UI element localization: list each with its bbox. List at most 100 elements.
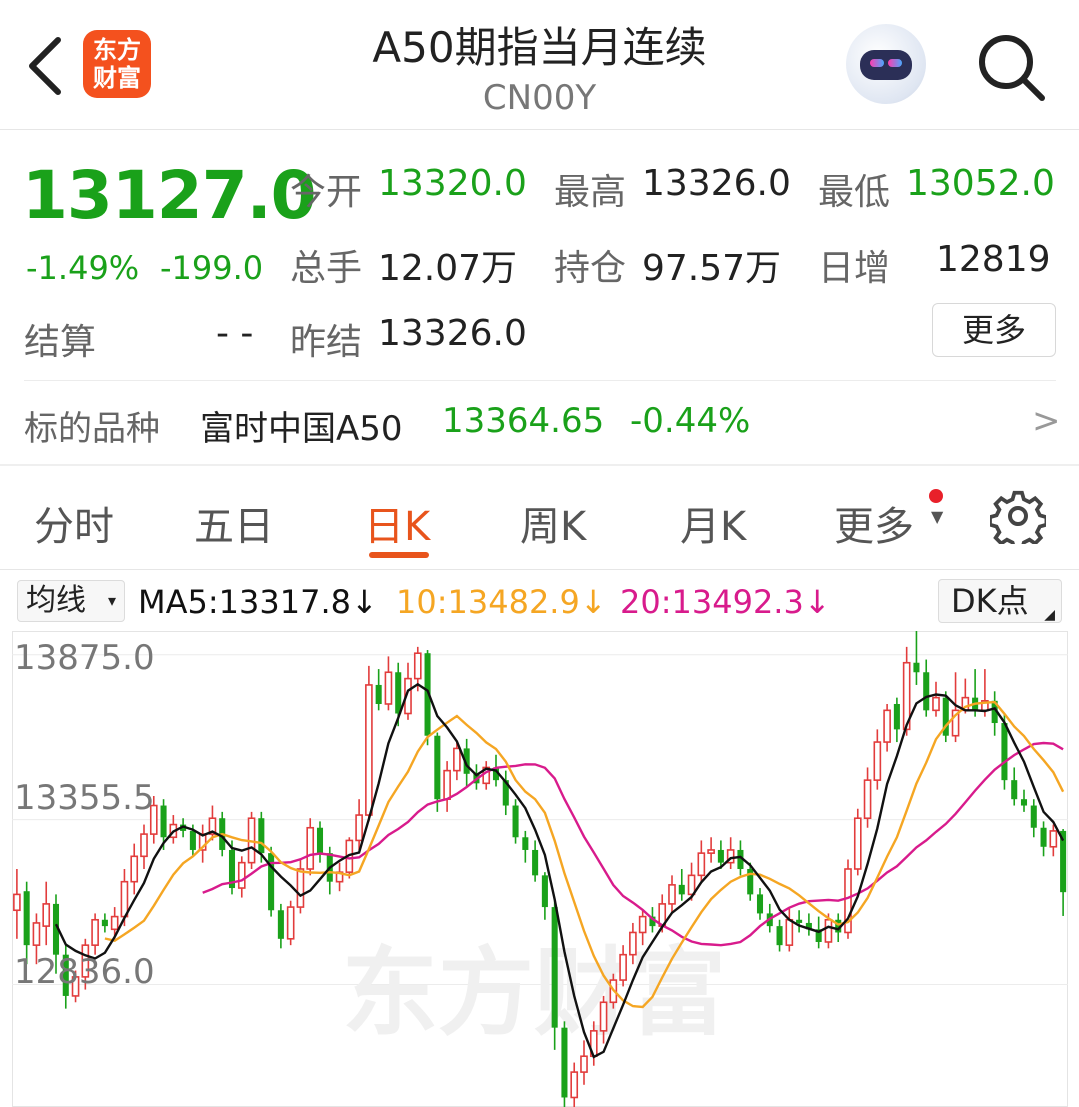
caret-down-icon: ▾ xyxy=(107,591,116,610)
candle-body-up xyxy=(599,1001,608,1032)
tab-intraday[interactable]: 分时 xyxy=(34,494,114,552)
candle-body-down xyxy=(101,919,108,927)
candle-body-down xyxy=(1040,827,1047,847)
ma20-line xyxy=(202,741,1064,947)
open-label: 今开 xyxy=(290,172,363,213)
top-bar: 东方 财富 A50期指当月连续 CN00Y xyxy=(0,0,1079,130)
candle-body-down xyxy=(561,1027,568,1098)
candle-body-up xyxy=(1049,830,1058,848)
oi-change-value: 12819 xyxy=(936,239,1051,280)
candlestick-chart[interactable]: 东方财富 xyxy=(12,631,1068,1107)
underlying-price: 13364.65 xyxy=(442,401,605,441)
candle-body-down xyxy=(1011,780,1018,800)
dk-point-label: DK点 xyxy=(951,582,1029,620)
candle-body-up xyxy=(384,671,393,705)
candle-body-down xyxy=(756,894,764,914)
candle-body-down xyxy=(1020,799,1028,806)
ma5-value: MA5:13317.8↓ xyxy=(138,583,378,621)
change-percent: -1.49% xyxy=(26,249,140,287)
candle-body-down xyxy=(375,684,382,704)
corner-triangle-icon: ◢ xyxy=(1044,607,1055,623)
candle-body-up xyxy=(13,893,21,912)
candle-body-down xyxy=(23,891,30,946)
candle-body-up xyxy=(443,769,451,800)
candle-body-down xyxy=(551,907,558,1028)
indicator-select[interactable]: 均线 ▾ xyxy=(17,580,125,622)
high-value: 13326.0 xyxy=(642,163,791,204)
candle-body-up xyxy=(365,684,373,816)
candle-body-up xyxy=(32,922,41,946)
robot-avatar-icon[interactable] xyxy=(846,24,926,104)
candle-body-up xyxy=(697,852,706,877)
oi-change-label: 日增 xyxy=(818,248,891,289)
candle-body-down xyxy=(1001,723,1008,781)
candle-body-down xyxy=(913,662,920,673)
open-interest-label: 持仓 xyxy=(554,248,627,289)
robot-eye-left xyxy=(870,59,884,67)
candle-body-down xyxy=(277,910,284,939)
candle-body-down xyxy=(316,827,324,854)
candle-body-down xyxy=(160,805,167,838)
candle-body-up xyxy=(120,880,129,918)
candle-body-down xyxy=(268,853,275,911)
search-icon[interactable] xyxy=(972,28,1048,104)
volume-label: 总手 xyxy=(290,248,363,289)
active-tab-indicator xyxy=(369,552,429,558)
candle-body-down xyxy=(434,735,441,800)
candle-body-up xyxy=(687,874,696,896)
y-tick-label: 13355.5 xyxy=(14,778,155,818)
candle-body-up xyxy=(413,652,422,680)
candle-body-up xyxy=(110,915,119,931)
open-value: 13320.0 xyxy=(378,163,527,204)
notification-dot xyxy=(929,489,943,503)
underlying-row[interactable]: 标的品种 富时中国A50 13364.65 -0.44% > xyxy=(0,381,1079,463)
tab-five-day[interactable]: 五日 xyxy=(194,494,274,552)
y-tick-label: 12836.0 xyxy=(14,952,155,992)
candle-body-up xyxy=(873,741,882,781)
robot-face xyxy=(860,50,912,80)
candle-body-down xyxy=(532,849,539,876)
robot-eye-right xyxy=(888,59,902,67)
candle-body-up xyxy=(707,849,715,854)
candle-body-down xyxy=(1030,805,1037,828)
candle-body-down xyxy=(893,703,900,730)
tab-weekly-k[interactable]: 周K xyxy=(520,494,586,552)
candle-body-up xyxy=(453,747,461,772)
candle-body-up xyxy=(296,868,305,908)
volume-value: 12.07万 xyxy=(378,248,518,289)
candle-body-up xyxy=(629,931,637,956)
settle-label: 结算 xyxy=(24,322,97,363)
low-value: 13052.0 xyxy=(906,163,1055,204)
candle-body-up xyxy=(853,817,862,870)
dk-point-button[interactable]: DK点 ◢ xyxy=(938,579,1062,623)
candle-body-up xyxy=(932,696,940,712)
ma-legend-bar: 均线 ▾ MA5:13317.8↓ 10:13482.9↓ 20:13492.3… xyxy=(0,571,1079,631)
candle-body-up xyxy=(668,884,676,905)
candle-body-up xyxy=(306,826,315,870)
tab-monthly-k[interactable]: 月K xyxy=(680,494,746,552)
more-quote-button[interactable]: 更多 xyxy=(932,303,1056,357)
chevron-right-icon: > xyxy=(1032,401,1061,441)
settle-value: - - xyxy=(216,313,254,354)
candle-body-up xyxy=(580,1055,588,1073)
candle-body-up xyxy=(237,861,246,889)
underlying-label: 标的品种 xyxy=(24,409,160,449)
candle-body-up xyxy=(785,918,794,946)
candle-body-down xyxy=(522,837,529,850)
candle-body-up xyxy=(286,906,295,940)
candle-body-down xyxy=(678,884,685,895)
candle-body-up xyxy=(91,918,99,946)
candle-body-down xyxy=(395,672,402,714)
candle-body-up xyxy=(130,855,139,883)
candle-body-down xyxy=(776,926,783,946)
gear-icon[interactable] xyxy=(990,488,1046,544)
quote-panel: 13127.0 -1.49% -199.0 今开 13320.0 最高 1332… xyxy=(0,131,1079,464)
candle-body-up xyxy=(570,1071,579,1099)
tab-daily-k[interactable]: 日K xyxy=(364,494,430,552)
high-label: 最高 xyxy=(554,172,627,213)
candle-body-up xyxy=(863,779,872,820)
tab-more[interactable]: 更多 xyxy=(834,494,914,552)
prev-settle-value: 13326.0 xyxy=(378,313,527,354)
candle-body-up xyxy=(824,918,833,943)
candle-body-up xyxy=(42,903,51,927)
